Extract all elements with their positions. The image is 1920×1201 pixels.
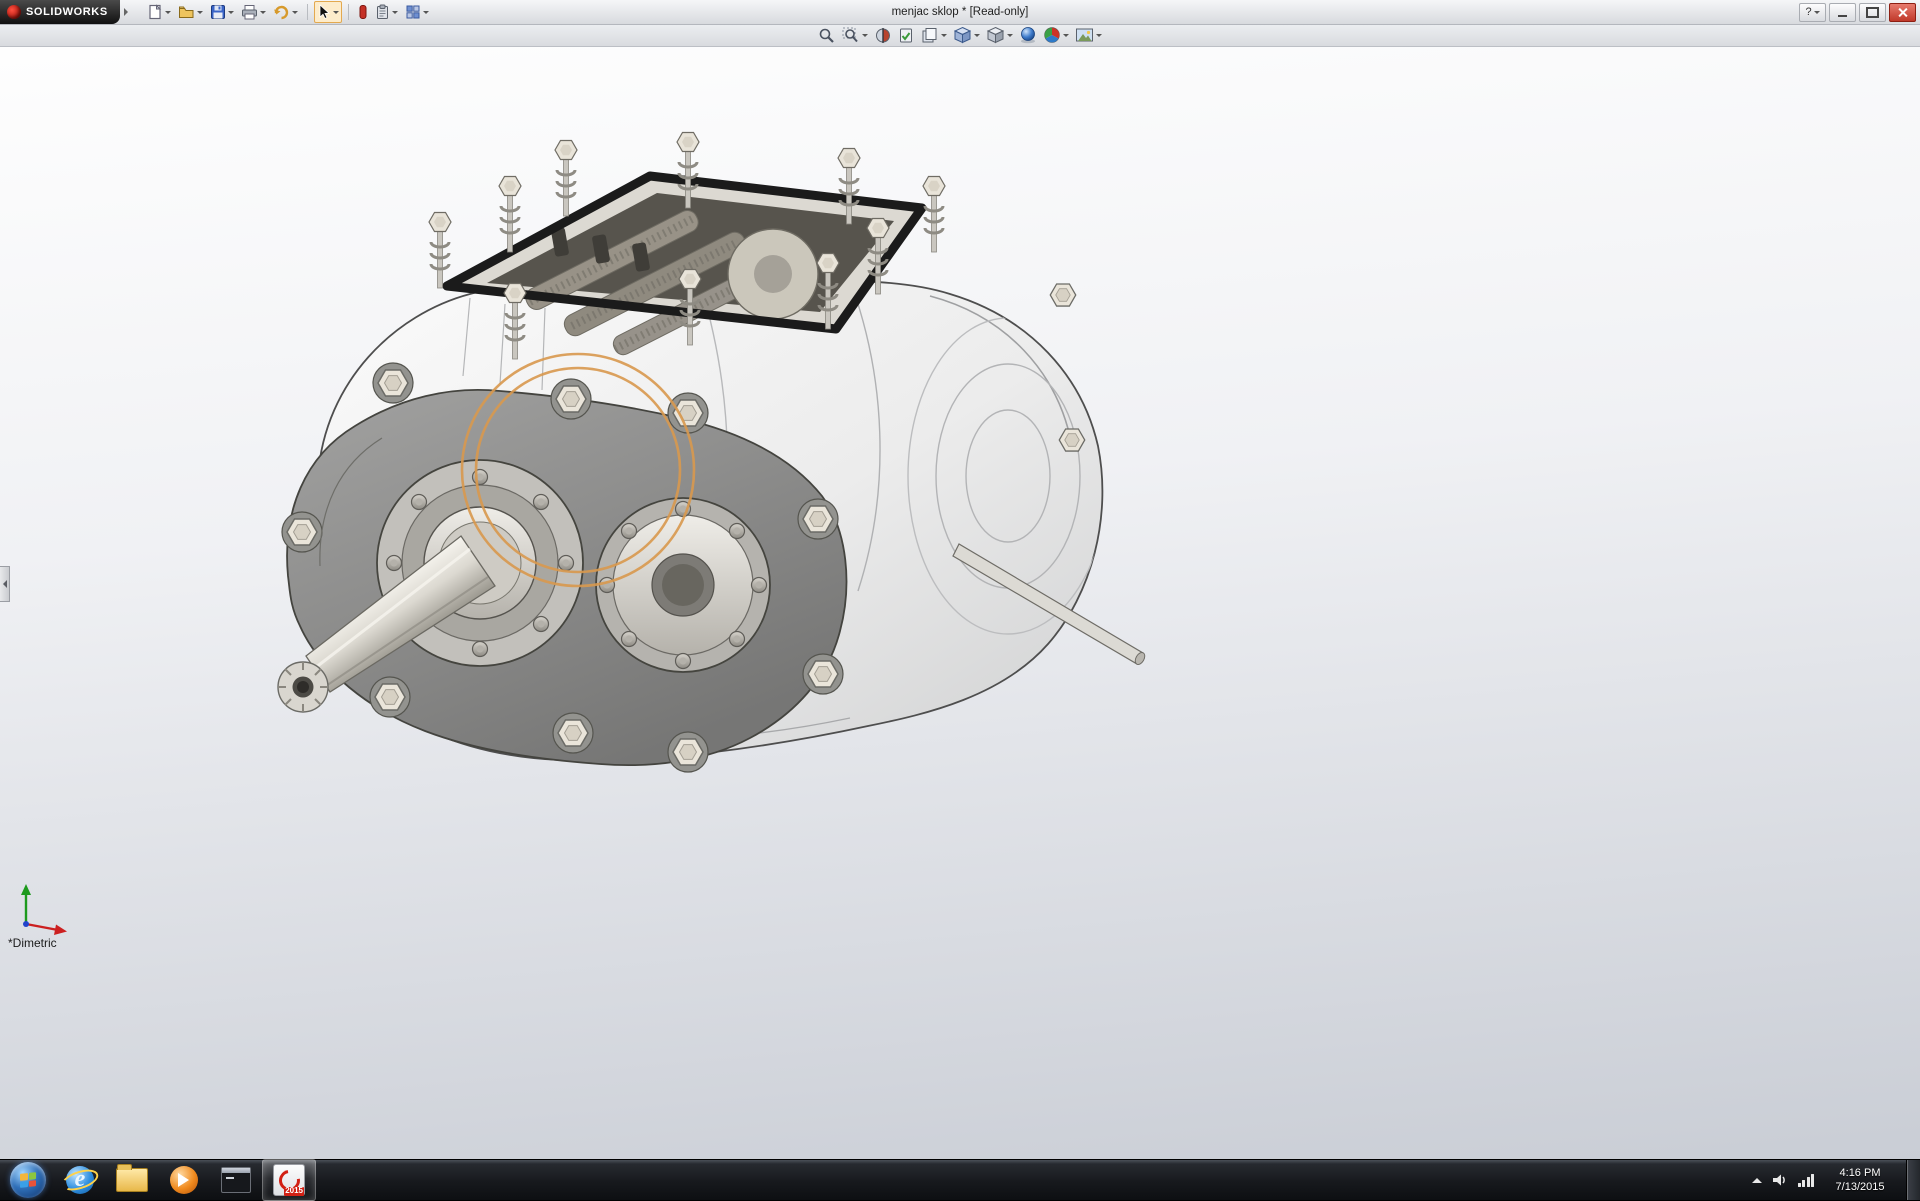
orientation-triad[interactable] <box>14 880 74 940</box>
minimize-button[interactable] <box>1829 3 1856 22</box>
system-tray: 4:16 PM 7/13/2015 <box>1752 1166 1903 1195</box>
select-cursor-icon <box>317 4 331 20</box>
print-button[interactable] <box>238 1 269 23</box>
window-controls: ? <box>1799 3 1920 22</box>
close-button[interactable] <box>1889 3 1916 22</box>
open-button[interactable] <box>175 1 206 23</box>
drawing-sheets-icon <box>921 27 939 44</box>
clock-time: 4:16 PM <box>1824 1166 1896 1180</box>
save-icon <box>210 4 226 20</box>
spline-tip <box>278 662 328 712</box>
evaluate-icon <box>898 27 915 44</box>
title-bar: SOLIDWORKS <box>0 0 1920 25</box>
maximize-button[interactable] <box>1859 3 1886 22</box>
show-desktop-button[interactable] <box>1906 1160 1920 1200</box>
taskbar-solidworks-active[interactable]: 2015 <box>262 1159 316 1201</box>
section-view-button[interactable] <box>872 25 894 45</box>
shadows-sphere-icon <box>1019 26 1037 44</box>
scene-button[interactable] <box>1073 25 1104 45</box>
select-button[interactable] <box>314 1 342 23</box>
folder-icon <box>116 1168 148 1192</box>
shadows-button[interactable] <box>1017 25 1039 45</box>
new-document-button[interactable] <box>144 1 174 23</box>
solidworks-app-icon: 2015 <box>273 1164 305 1196</box>
taskbar-media-player[interactable] <box>158 1160 210 1200</box>
zoom-fit-button[interactable] <box>816 25 838 45</box>
dassault-swirl-icon <box>7 5 21 19</box>
section-view-icon <box>874 27 892 44</box>
properties-button[interactable] <box>372 1 401 23</box>
options-button[interactable] <box>402 1 432 23</box>
menu-expand-caret[interactable] <box>124 8 132 16</box>
drawing-sheets-button[interactable] <box>919 25 949 45</box>
zoom-fit-icon <box>818 27 836 44</box>
windows-flag-icon <box>20 1172 36 1188</box>
chevron-left-icon <box>0 580 7 588</box>
taskbar-file-explorer[interactable] <box>106 1160 158 1200</box>
speaker-icon[interactable] <box>1772 1173 1788 1187</box>
toolbox-button[interactable] <box>355 1 371 23</box>
standard-toolbar <box>144 1 432 23</box>
view-orientation-cube-icon <box>953 26 972 44</box>
print-icon <box>241 4 258 20</box>
help-button[interactable]: ? <box>1799 3 1826 22</box>
view-orientation-label: *Dimetric <box>8 936 57 950</box>
taskbar-command-prompt[interactable] <box>210 1160 262 1200</box>
view-orientation-button[interactable] <box>951 25 982 45</box>
display-style-icon <box>986 26 1005 44</box>
evaluate-button[interactable] <box>896 25 917 45</box>
panel-collapse-tab[interactable] <box>0 566 10 602</box>
close-icon <box>1898 7 1908 17</box>
new-document-icon <box>147 4 163 20</box>
clock-date: 7/13/2015 <box>1824 1180 1896 1194</box>
display-style-button[interactable] <box>984 25 1015 45</box>
appearance-button[interactable] <box>1041 25 1071 45</box>
taskbar-clock[interactable]: 4:16 PM 7/13/2015 <box>1824 1166 1896 1195</box>
options-grid-icon <box>405 4 421 20</box>
undo-button[interactable] <box>270 1 301 23</box>
taskbar-internet-explorer[interactable]: e <box>54 1160 106 1200</box>
zoom-area-icon <box>842 27 860 44</box>
solidworks-logo[interactable]: SOLIDWORKS <box>0 0 120 24</box>
network-icon[interactable] <box>1798 1174 1815 1187</box>
zoom-area-button[interactable] <box>840 25 870 45</box>
undo-icon <box>273 4 290 20</box>
graphics-area[interactable]: *Dimetric <box>0 46 1920 1160</box>
toolbox-icon <box>358 4 368 20</box>
save-button[interactable] <box>207 1 237 23</box>
windows-taskbar: e 2015 4:16 PM 7/13/2015 <box>0 1159 1920 1200</box>
appearance-sphere-icon <box>1043 26 1061 44</box>
scene-icon <box>1075 27 1094 44</box>
app-name: SOLIDWORKS <box>26 6 108 18</box>
tray-expand-icon[interactable] <box>1752 1173 1762 1183</box>
open-folder-icon <box>178 4 195 20</box>
clipboard-icon <box>375 4 390 20</box>
media-player-icon <box>170 1166 198 1194</box>
command-prompt-icon <box>221 1167 251 1193</box>
bearing-cover-flange[interactable] <box>596 498 770 672</box>
start-button[interactable] <box>10 1162 46 1198</box>
gearbox-3d-model[interactable] <box>0 46 1920 1160</box>
internet-explorer-icon: e <box>66 1166 94 1194</box>
view-toolbar <box>0 24 1920 47</box>
